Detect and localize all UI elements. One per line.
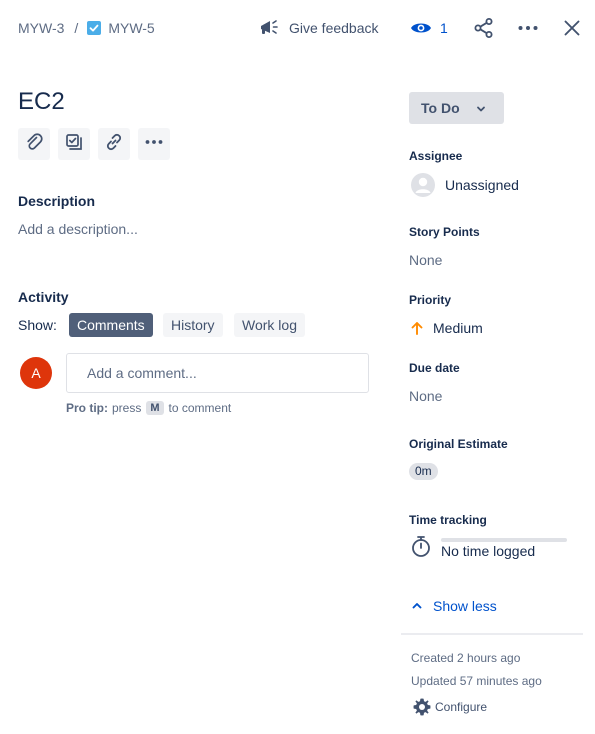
story-type-icon	[87, 21, 102, 35]
activity-heading: Activity	[18, 289, 69, 305]
avatar: A	[20, 357, 52, 389]
original-estimate-badge[interactable]: 0m	[409, 463, 438, 480]
unassigned-avatar-icon	[410, 172, 436, 198]
more-quick-actions-button[interactable]	[138, 128, 170, 160]
subtask-icon	[64, 132, 84, 157]
tab-work-log[interactable]: Work log	[234, 313, 305, 337]
give-feedback-label: Give feedback	[289, 20, 379, 36]
updated-timestamp: Updated 57 minutes ago	[411, 674, 542, 688]
more-icon	[516, 26, 540, 44]
status-dropdown[interactable]: To Do	[409, 92, 504, 124]
close-icon	[560, 20, 584, 44]
priority-medium-icon	[410, 320, 424, 336]
chevron-up-icon	[410, 599, 424, 613]
assignee-label: Assignee	[409, 149, 463, 163]
breadcrumb-current-link[interactable]: MYW-5	[108, 19, 154, 37]
give-feedback-button[interactable]: Give feedback	[258, 17, 379, 39]
due-date-value[interactable]: None	[409, 388, 442, 404]
watch-button[interactable]: 1	[410, 18, 448, 38]
status-label: To Do	[421, 100, 460, 116]
description-input[interactable]: Add a description...	[18, 221, 138, 237]
pro-tip: Pro tip: press M to comment	[66, 401, 231, 415]
eye-icon	[410, 18, 432, 38]
issue-title[interactable]: EC2	[18, 87, 65, 117]
pro-tip-label: Pro tip:	[66, 401, 108, 415]
more-icon	[144, 132, 164, 157]
show-label: Show:	[18, 317, 57, 333]
show-less-label: Show less	[433, 598, 497, 614]
tab-comments[interactable]: Comments	[69, 313, 153, 337]
chevron-down-icon	[475, 102, 487, 114]
time-tracking-label: Time tracking	[409, 513, 487, 527]
stopwatch-icon	[410, 534, 432, 558]
original-estimate-label: Original Estimate	[409, 437, 508, 451]
keyboard-key: M	[146, 401, 164, 415]
add-child-issue-button[interactable]	[58, 128, 90, 160]
configure-label: Configure	[435, 700, 488, 714]
sidebar-divider	[401, 633, 583, 635]
comment-placeholder: Add a comment...	[87, 365, 197, 381]
more-actions-button[interactable]	[516, 16, 540, 40]
attach-button[interactable]	[18, 128, 50, 160]
tab-history[interactable]: History	[163, 313, 223, 337]
time-tracking-bar	[441, 538, 567, 542]
link-icon	[104, 132, 124, 157]
description-heading: Description	[18, 193, 96, 209]
breadcrumb-separator: /	[74, 20, 79, 36]
created-timestamp: Created 2 hours ago	[411, 651, 521, 665]
due-date-label: Due date	[409, 361, 460, 375]
time-tracking-value: No time logged	[441, 543, 536, 559]
configure-button[interactable]: Configure	[412, 697, 487, 717]
pro-tip-press: press	[112, 401, 142, 415]
priority-value: Medium	[433, 320, 483, 336]
story-points-label: Story Points	[409, 225, 480, 239]
breadcrumb-parent-link[interactable]: MYW-3	[18, 19, 64, 37]
share-icon	[472, 18, 496, 44]
share-button[interactable]	[472, 16, 496, 40]
breadcrumb: MYW-3 / MYW-5	[18, 19, 155, 37]
attachment-icon	[24, 132, 44, 157]
gear-icon	[412, 697, 432, 717]
watch-count: 1	[440, 20, 448, 36]
priority-field[interactable]: Medium	[410, 319, 483, 337]
show-less-button[interactable]: Show less	[410, 597, 497, 615]
story-points-value[interactable]: None	[409, 252, 442, 268]
pro-tip-text: to comment	[168, 401, 232, 415]
close-button[interactable]	[560, 16, 584, 40]
comment-input[interactable]: Add a comment...	[66, 353, 369, 393]
priority-label: Priority	[409, 293, 452, 307]
avatar-initial: A	[31, 365, 41, 381]
link-issue-button[interactable]	[98, 128, 130, 160]
assignee-value: Unassigned	[445, 177, 519, 193]
assignee-field[interactable]: Unassigned	[410, 172, 519, 198]
time-tracking-field[interactable]: No time logged	[410, 534, 570, 560]
megaphone-icon	[258, 17, 280, 39]
